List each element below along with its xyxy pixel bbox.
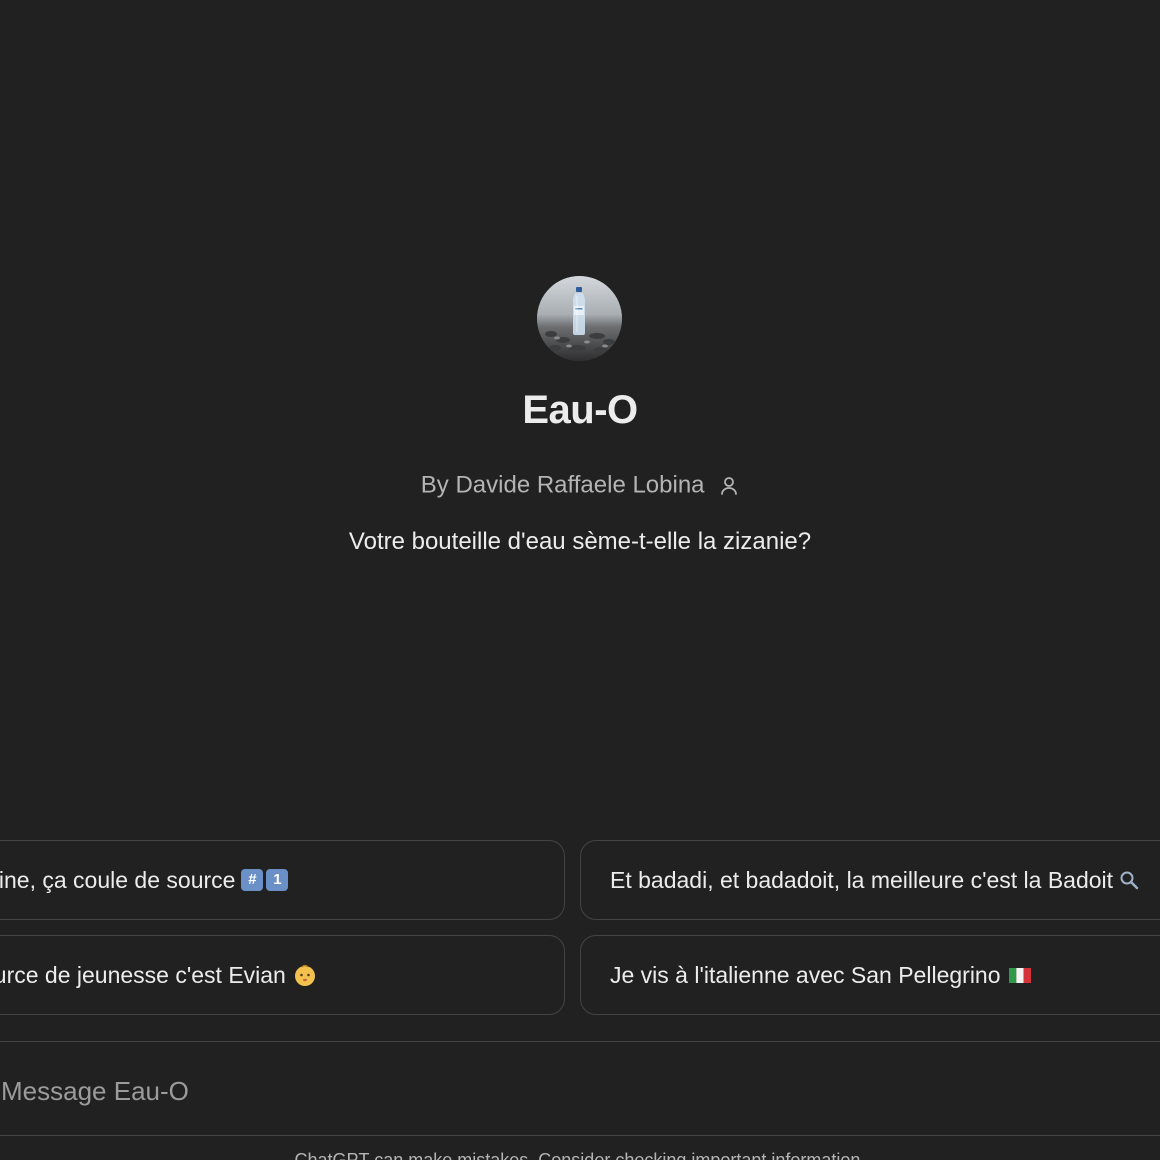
conversation-starter-2[interactable]: Et badadi, et badadoit, la meilleure c'e… xyxy=(580,840,1160,920)
message-composer xyxy=(0,1041,1160,1136)
starter-text: aline, ça coule de source xyxy=(0,866,236,893)
starter-text: Je vis à l'italienne avec San Pellegrino xyxy=(610,961,1001,988)
conversation-starter-4[interactable]: Je vis à l'italienne avec San Pellegrino xyxy=(580,935,1160,1015)
conversation-starter-3[interactable]: ource de jeunesse c'est Evian xyxy=(0,935,565,1015)
disclaimer-note: ChatGPT can make mistakes. Consider chec… xyxy=(294,1150,866,1160)
keycap-hash-icon: # xyxy=(241,869,264,891)
person-icon xyxy=(721,476,738,495)
starter-text: Et badadi, et badadoit, la meilleure c'e… xyxy=(610,866,1114,893)
baby-face-icon xyxy=(294,964,315,986)
gpt-description: Votre bouteille d'eau sème-t-elle la ziz… xyxy=(348,528,812,555)
water-bottle-image xyxy=(537,276,622,361)
gpt-byline: By Davide Raffaele Lobina xyxy=(0,471,1160,500)
italy-flag-icon xyxy=(1008,967,1031,983)
author-name: By Davide Raffaele Lobina xyxy=(420,471,705,499)
conversation-starter-1[interactable]: aline, ça coule de source # 1 xyxy=(0,840,565,920)
keycap-one-icon: 1 xyxy=(266,869,289,891)
gpt-name: Eau-O xyxy=(522,388,638,432)
magnifier-icon xyxy=(1120,871,1139,890)
message-input[interactable] xyxy=(0,1070,903,1112)
starter-text: ource de jeunesse c'est Evian xyxy=(0,961,286,988)
gpt-intro-page: Eau-O By Davide Raffaele Lobina Votre bo… xyxy=(0,0,1160,1160)
gpt-avatar xyxy=(537,276,622,361)
